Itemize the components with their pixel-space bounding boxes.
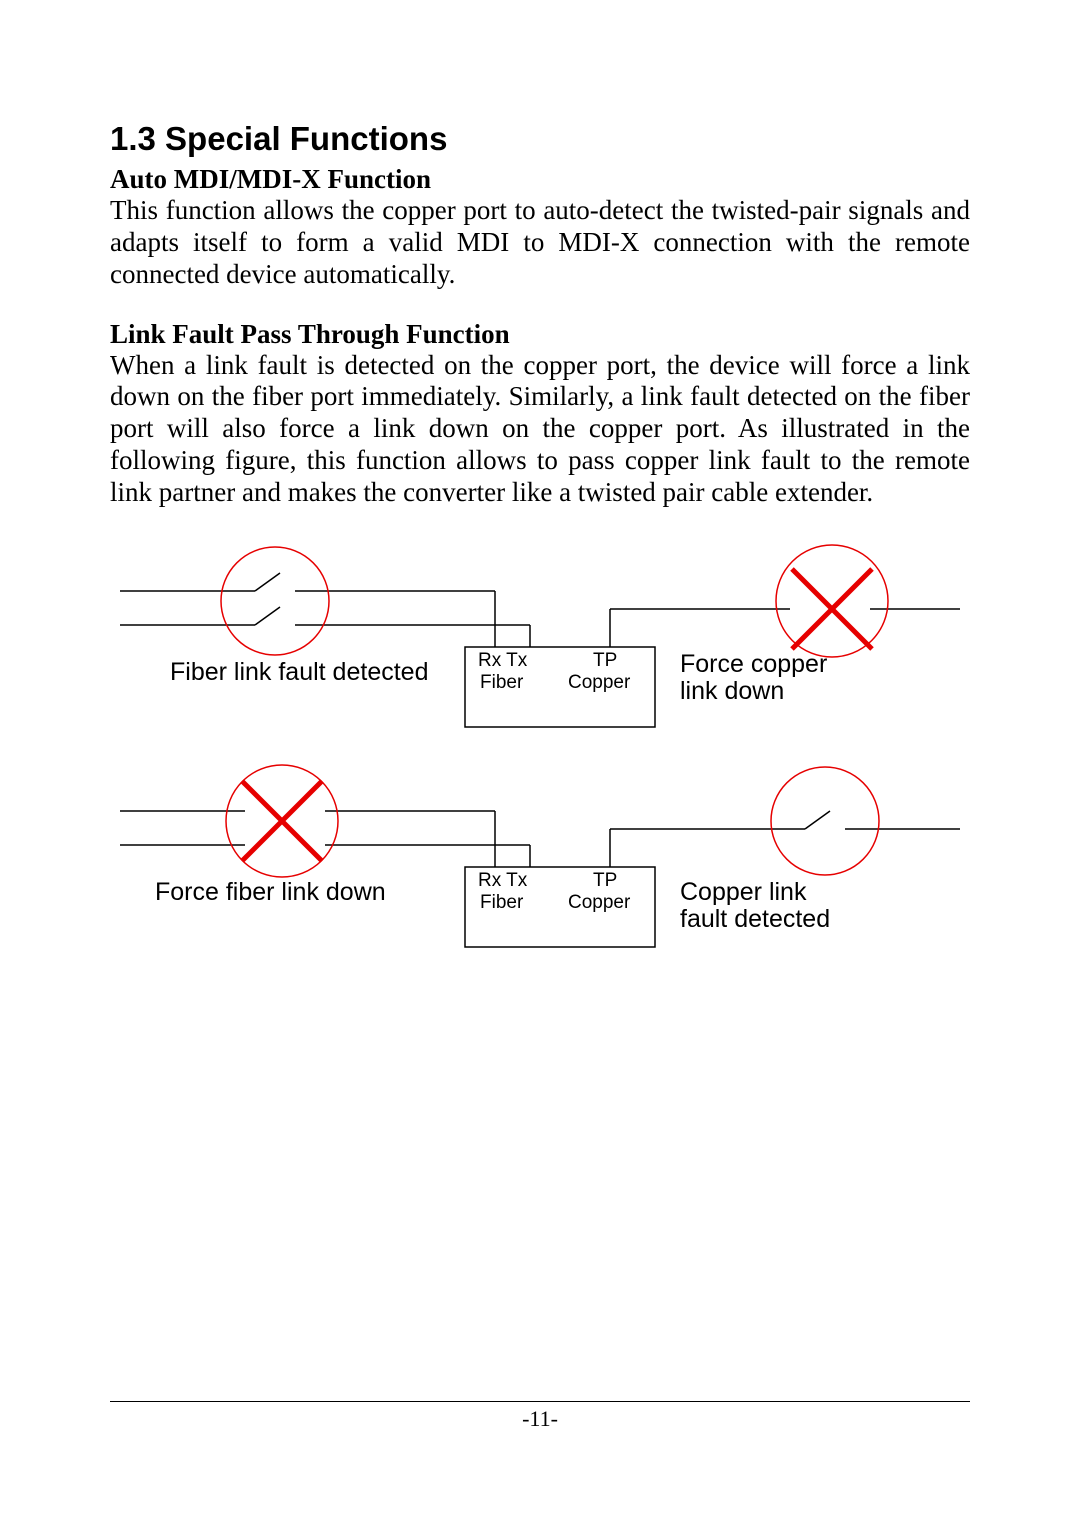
subheading-auto-mdi: Auto MDI/MDI-X Function [110, 164, 970, 195]
label-fiber-top: Fiber [480, 673, 523, 692]
label-rx-tx-bottom: Rx Tx [478, 871, 527, 890]
label-rx-tx-top: Rx Tx [478, 651, 527, 670]
subheading-link-fault: Link Fault Pass Through Function [110, 319, 970, 350]
link-fault-diagram: Fiber link fault detected Force copper l… [110, 539, 970, 999]
label-fiber-bottom: Fiber [480, 893, 523, 912]
diagram-svg [110, 539, 970, 999]
label-tp-bottom: TP [593, 871, 617, 890]
page-footer: -11- [110, 1401, 970, 1432]
label-tp-top: TP [593, 651, 617, 670]
label-force-fiber-down: Force fiber link down [155, 879, 386, 907]
label-copper-fault-detected: Copper link fault detectedCopper linkfau… [680, 879, 830, 934]
paragraph-link-fault: When a link fault is detected on the cop… [110, 350, 970, 509]
footer-rule [110, 1401, 970, 1402]
paragraph-auto-mdi: This function allows the copper port to … [110, 195, 970, 291]
page-number: -11- [110, 1406, 970, 1432]
label-copper-bottom: Copper [568, 893, 630, 912]
label-force-copper-down: Force copper link downForce copperlink d… [680, 651, 827, 706]
section-heading: 1.3 Special Functions [110, 120, 970, 158]
label-copper-top: Copper [568, 673, 630, 692]
label-fiber-fault-detected: Fiber link fault detected [170, 659, 428, 687]
